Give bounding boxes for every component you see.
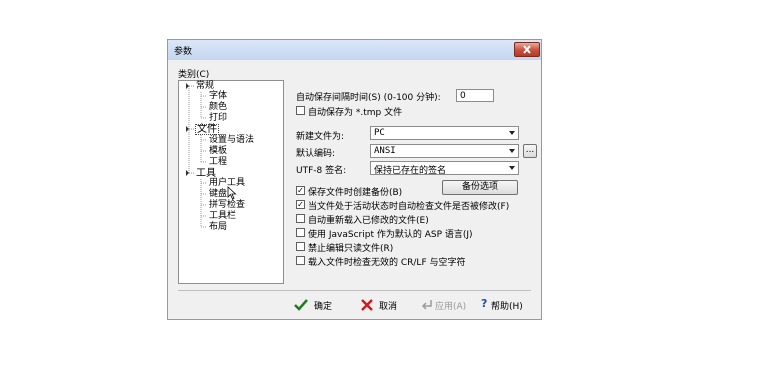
tree-item-tools[interactable]: 工具	[196, 169, 216, 179]
tree-item-toolbar[interactable]: 工具栏	[209, 212, 236, 221]
utf8-signature-select[interactable]: 保持已存在的签名	[370, 161, 519, 176]
option-javascript-asp-checkbox[interactable]	[296, 228, 305, 237]
option-backup-checkbox[interactable]: ✓	[296, 186, 305, 195]
option-auto-reload-checkbox[interactable]	[296, 214, 305, 223]
option-readonly-label: 禁止编辑只读文件(R)	[308, 244, 394, 254]
apply-label: 应用(A)	[435, 302, 467, 312]
dialog-title: 参数	[174, 47, 193, 57]
backup-options-button[interactable]: 备份选项	[442, 180, 518, 195]
dropdown-arrow-icon	[509, 166, 515, 170]
mouse-cursor-icon	[227, 186, 237, 200]
autosave-tmp-label: 自动保存为 *.tmp 文件	[308, 108, 403, 118]
title-bar[interactable]: 参数	[168, 40, 541, 60]
new-file-select[interactable]: PC	[370, 126, 519, 140]
option-javascript-asp-label: 使用 JavaScript 作为默认的 ASP 语言(J)	[308, 230, 473, 240]
cross-icon	[361, 299, 373, 311]
option-readonly-checkbox[interactable]	[296, 242, 305, 251]
utf8-signature-label: UTF-8 签名:	[296, 166, 347, 176]
default-encoding-value: ANSI	[374, 146, 396, 156]
apply-button[interactable]: 应用(A)	[421, 298, 471, 314]
autosave-interval-label: 自动保存间隔时间(S) (0-100 分钟):	[296, 93, 441, 103]
tree-item-syntax[interactable]: 设置与语法	[209, 136, 254, 145]
ok-label: 确定	[314, 302, 333, 312]
tree-item-general[interactable]: 常规	[196, 82, 214, 91]
tree-item-keyboard[interactable]: 键盘	[209, 190, 227, 199]
footer-separator	[178, 290, 531, 291]
utf8-signature-value: 保持已存在的签名	[374, 166, 447, 176]
category-label: 类别(C)	[178, 70, 210, 80]
help-button[interactable]: ? 帮助(H)	[481, 297, 536, 314]
default-encoding-select[interactable]: ANSI	[370, 144, 519, 158]
cancel-button[interactable]: 取消	[361, 298, 411, 314]
close-icon	[523, 45, 531, 54]
default-encoding-label: 默认编码:	[296, 149, 336, 159]
tree-item-print[interactable]: 打印	[209, 114, 227, 123]
ok-button[interactable]: 确定	[294, 298, 344, 314]
tree-item-colors[interactable]: 颜色	[209, 103, 227, 112]
apply-arrow-icon	[421, 300, 432, 310]
dropdown-arrow-icon	[509, 149, 515, 153]
cancel-label: 取消	[379, 302, 398, 312]
option-auto-reload-label: 自动重新载入已修改的文件(E)	[308, 216, 429, 226]
tree-item-fonts[interactable]: 字体	[209, 92, 227, 101]
option-detect-modified-label: 当文件处于活动状态时自动检查文件是否被修改(F)	[308, 202, 510, 212]
option-backup-label: 保存文件时创建备份(B)	[308, 188, 403, 198]
autosave-interval-input[interactable]: 0	[456, 89, 494, 102]
tree-item-file[interactable]: 文件	[195, 124, 219, 135]
tree-item-layout[interactable]: 布局	[209, 223, 227, 232]
checkmark-icon	[294, 299, 308, 311]
preferences-dialog: 参数 类别(C) 常规 字体 颜色 打印 文件 设置与语法 模板 工程 工具 用…	[167, 39, 542, 320]
help-question-icon: ?	[481, 297, 488, 310]
new-file-value: PC	[374, 128, 385, 138]
tree-item-templates[interactable]: 模板	[209, 147, 227, 156]
option-crlf-check-label: 载入文件时检查无效的 CR/LF 与空字符	[308, 258, 466, 268]
option-crlf-check-checkbox[interactable]	[296, 256, 305, 265]
autosave-tmp-checkbox[interactable]	[296, 106, 305, 115]
option-detect-modified-checkbox[interactable]: ✓	[296, 200, 305, 209]
dropdown-arrow-icon	[509, 131, 515, 135]
tree-item-project[interactable]: 工程	[209, 158, 227, 167]
encoding-more-button[interactable]: ...	[523, 144, 537, 158]
category-tree[interactable]: 常规 字体 颜色 打印 文件 设置与语法 模板 工程 工具 用户工具 键盘 拼写…	[178, 80, 284, 284]
close-button[interactable]	[514, 42, 540, 57]
new-file-label: 新建文件为:	[296, 132, 345, 142]
help-label: 帮助(H)	[491, 302, 523, 312]
tree-item-spellcheck[interactable]: 拼写检查	[209, 201, 245, 210]
